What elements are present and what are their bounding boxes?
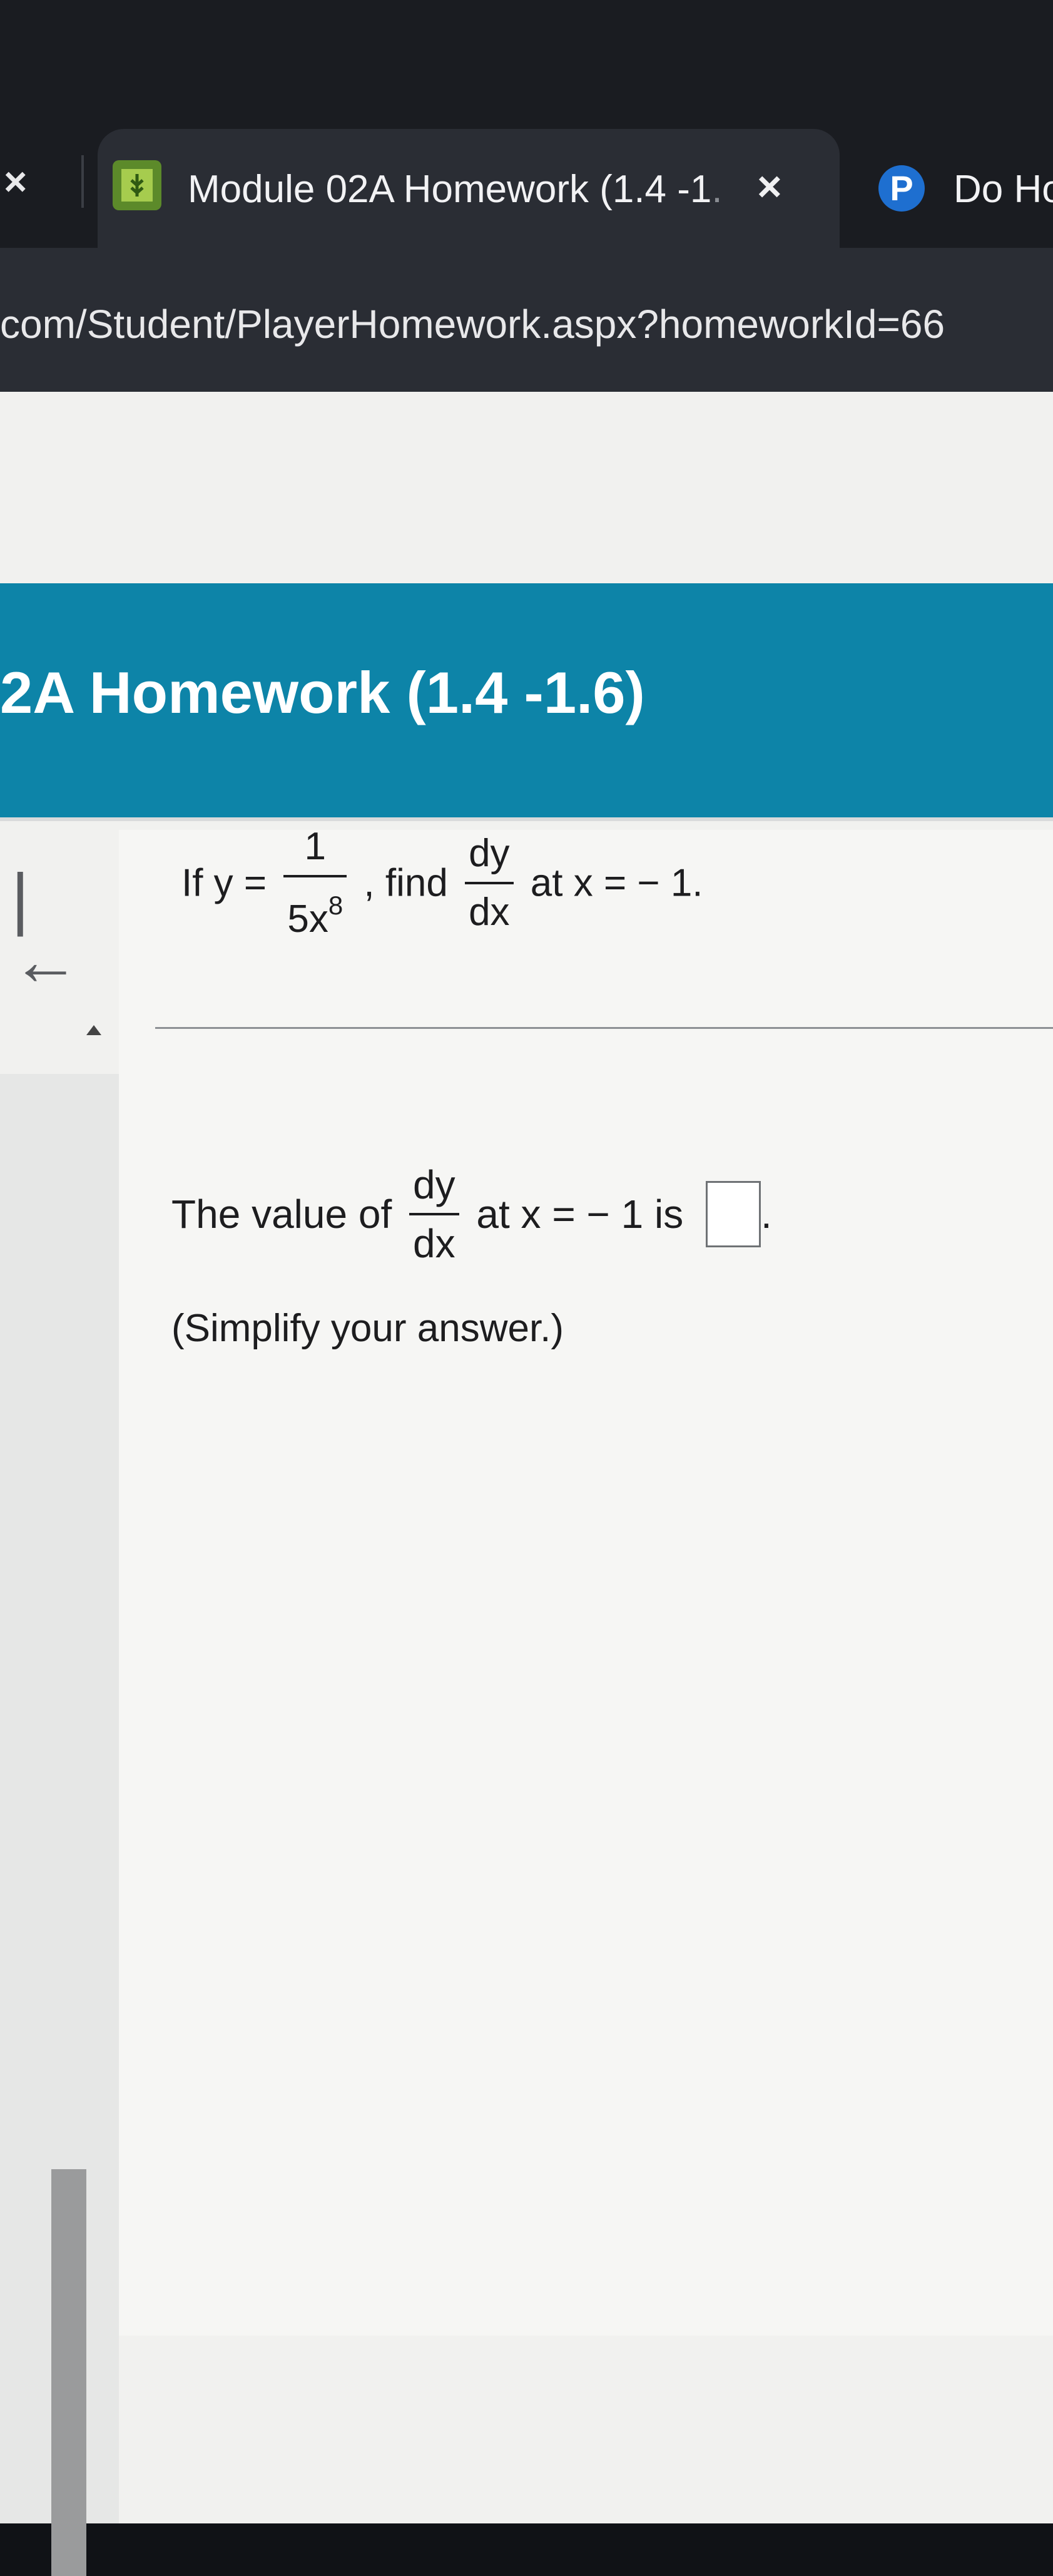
- question-statement: If y = 1 5x8 , find dy dx at x = − 1.: [181, 824, 703, 943]
- answer-prefix: The value of: [171, 1192, 392, 1237]
- homework-title: 2A Homework (1.4 -1.6): [0, 660, 645, 725]
- homework-page: 2A Homework (1.4 -1.6) |← If y = 1 5x8 ,…: [0, 392, 1053, 2576]
- answer-mid: at x = − 1 is: [476, 1192, 684, 1237]
- fraction-denominator: 5x8: [283, 875, 347, 943]
- derivative-numerator: dy: [469, 832, 510, 875]
- answer-derivative-numerator: dy: [413, 1162, 455, 1207]
- simplify-hint: (Simplify your answer.): [171, 1307, 564, 1350]
- close-tab-icon[interactable]: ×: [757, 161, 782, 212]
- question-prefix: If y =: [181, 861, 267, 905]
- url-text[interactable]: com/Student/PlayerHomework.aspx?homework…: [0, 300, 945, 348]
- question-suffix: at x = − 1.: [530, 861, 703, 905]
- question-divider: [155, 1027, 1053, 1029]
- function-fraction: 1 5x8: [283, 824, 347, 943]
- answer-statement: The value of dy dx at x = − 1 is .: [171, 1162, 772, 1267]
- question-mid: , find: [364, 861, 448, 905]
- answer-derivative-denominator: dx: [409, 1213, 459, 1267]
- browser-tab-bar: × Module 02A Homework (1.4 -1. × P Do Ho: [0, 0, 1053, 250]
- active-tab-title: Module 02A Homework (1.4 -1.: [188, 168, 723, 211]
- next-tab[interactable]: P Do Ho: [857, 129, 1053, 248]
- derivative-fraction: dy dx: [465, 831, 514, 936]
- homework-header: 2A Homework (1.4 -1.6): [0, 583, 1053, 821]
- scroll-up-arrow-icon[interactable]: [86, 1025, 101, 1035]
- exponent: 8: [328, 891, 343, 920]
- question-list-rail: [0, 1074, 119, 2576]
- question-panel: If y = 1 5x8 , find dy dx at x = − 1. Th…: [119, 825, 1053, 2336]
- next-tab-title: Do Ho: [954, 168, 1053, 211]
- address-bar[interactable]: com/Student/PlayerHomework.aspx?homework…: [0, 248, 1053, 392]
- active-tab[interactable]: Module 02A Homework (1.4 -1. ×: [98, 129, 840, 248]
- prev-tab-close-icon[interactable]: ×: [4, 161, 27, 202]
- answer-period: .: [761, 1192, 772, 1237]
- course-favicon-icon: [113, 160, 161, 210]
- pearson-icon: P: [878, 165, 925, 212]
- fraction-numerator: 1: [304, 825, 326, 868]
- go-to-first-icon[interactable]: |←: [11, 864, 93, 996]
- tab-divider: [81, 155, 84, 208]
- answer-input[interactable]: [706, 1181, 761, 1247]
- scrollbar-thumb[interactable]: [51, 2169, 86, 2576]
- answer-derivative-fraction: dy dx: [409, 1162, 459, 1267]
- derivative-denominator: dx: [465, 882, 514, 936]
